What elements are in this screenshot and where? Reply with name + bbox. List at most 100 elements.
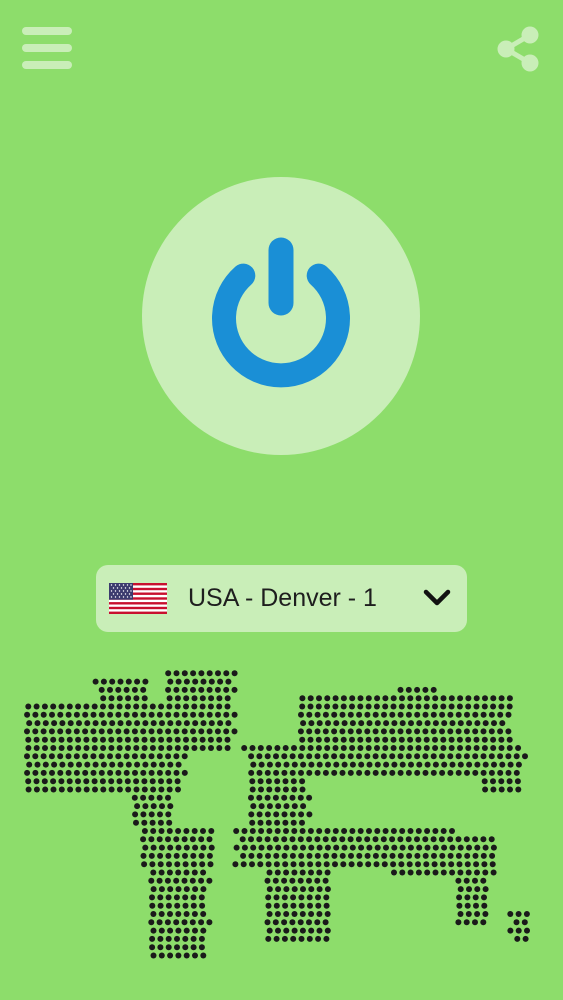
map-dot — [306, 894, 313, 901]
map-dot — [183, 952, 190, 959]
map-dot — [241, 844, 248, 851]
map-dot — [141, 819, 148, 826]
map-dot — [422, 852, 429, 859]
map-dot — [297, 919, 304, 926]
map-dot — [159, 803, 165, 810]
map-dot — [123, 769, 130, 776]
map-dot — [289, 753, 296, 760]
map-dot — [264, 769, 271, 776]
map-dot — [290, 819, 297, 826]
map-dot — [472, 877, 478, 884]
map-dot — [374, 695, 381, 702]
server-selector[interactable]: USA - Denver - 1 — [96, 565, 467, 632]
world-map — [24, 670, 530, 959]
map-dot — [158, 927, 165, 934]
map-dot — [76, 761, 82, 768]
map-dot — [100, 745, 107, 751]
map-dot — [165, 769, 172, 776]
map-dot — [273, 894, 280, 901]
map-dot — [65, 711, 72, 718]
map-dot — [307, 745, 314, 751]
map-dot — [448, 745, 455, 751]
map-dot — [382, 703, 389, 710]
map-dot — [481, 745, 488, 751]
map-dot — [281, 877, 288, 884]
map-dot — [273, 852, 280, 859]
map-dot — [316, 695, 322, 702]
map-dot — [307, 695, 314, 702]
map-dot — [216, 703, 223, 710]
map-dot — [156, 877, 163, 884]
map-dot — [125, 678, 132, 685]
map-dot — [272, 877, 279, 884]
map-dot — [314, 877, 321, 884]
map-dot — [249, 786, 256, 793]
map-dot — [191, 695, 198, 702]
map-dot — [389, 728, 396, 735]
map-dot — [182, 935, 189, 942]
map-dot — [217, 720, 224, 727]
map-dot — [249, 828, 256, 834]
map-dot — [390, 703, 397, 710]
map-dot — [156, 836, 163, 843]
map-dot — [432, 844, 439, 851]
map-dot — [480, 711, 487, 718]
map-dot — [299, 695, 306, 702]
map-dot — [281, 935, 288, 942]
map-dot — [291, 886, 298, 893]
map-dot — [389, 753, 396, 760]
map-dot — [314, 852, 321, 859]
map-dot — [98, 769, 105, 776]
map-dot — [65, 753, 72, 760]
map-dot — [148, 877, 155, 884]
map-dot — [440, 736, 447, 743]
map-dot — [455, 852, 462, 859]
map-dot — [190, 728, 196, 735]
map-dot — [423, 736, 430, 743]
map-dot — [281, 852, 288, 859]
map-dot — [307, 736, 314, 743]
map-dot — [316, 869, 323, 876]
map-dot — [223, 711, 230, 718]
map-dot — [414, 753, 421, 760]
map-dot — [472, 769, 479, 776]
map-dot — [373, 703, 380, 710]
map-dot — [199, 902, 206, 909]
map-dot — [415, 828, 422, 834]
map-dot — [148, 753, 155, 760]
map-dot — [206, 711, 213, 718]
map-dot — [32, 711, 39, 718]
map-dot — [523, 911, 530, 917]
map-dot — [83, 745, 90, 751]
map-dot — [58, 778, 65, 785]
map-dot — [248, 811, 255, 818]
map-dot — [322, 836, 329, 843]
map-dot — [266, 803, 273, 810]
map-dot — [315, 935, 322, 942]
map-dot — [99, 778, 106, 785]
map-dot — [167, 761, 174, 768]
map-dot — [374, 761, 381, 768]
map-dot — [365, 703, 372, 710]
share-button[interactable] — [496, 26, 540, 72]
map-dot — [32, 769, 39, 776]
map-dot — [314, 769, 321, 776]
menu-button[interactable] — [22, 26, 72, 70]
map-dot — [200, 911, 207, 917]
map-dot — [383, 844, 389, 851]
map-dot — [291, 786, 298, 793]
map-dot — [198, 711, 205, 718]
map-dot — [438, 836, 445, 843]
connect-button[interactable] — [142, 177, 420, 455]
map-dot — [125, 695, 132, 702]
map-dot — [432, 869, 439, 876]
map-dot — [315, 861, 322, 868]
map-dot — [481, 902, 488, 909]
map-dot — [331, 753, 338, 760]
map-dot — [405, 686, 412, 693]
map-dot — [333, 720, 340, 727]
map-dot — [498, 695, 505, 702]
map-dot — [290, 778, 297, 785]
map-dot — [240, 861, 247, 868]
map-dot — [316, 761, 323, 768]
